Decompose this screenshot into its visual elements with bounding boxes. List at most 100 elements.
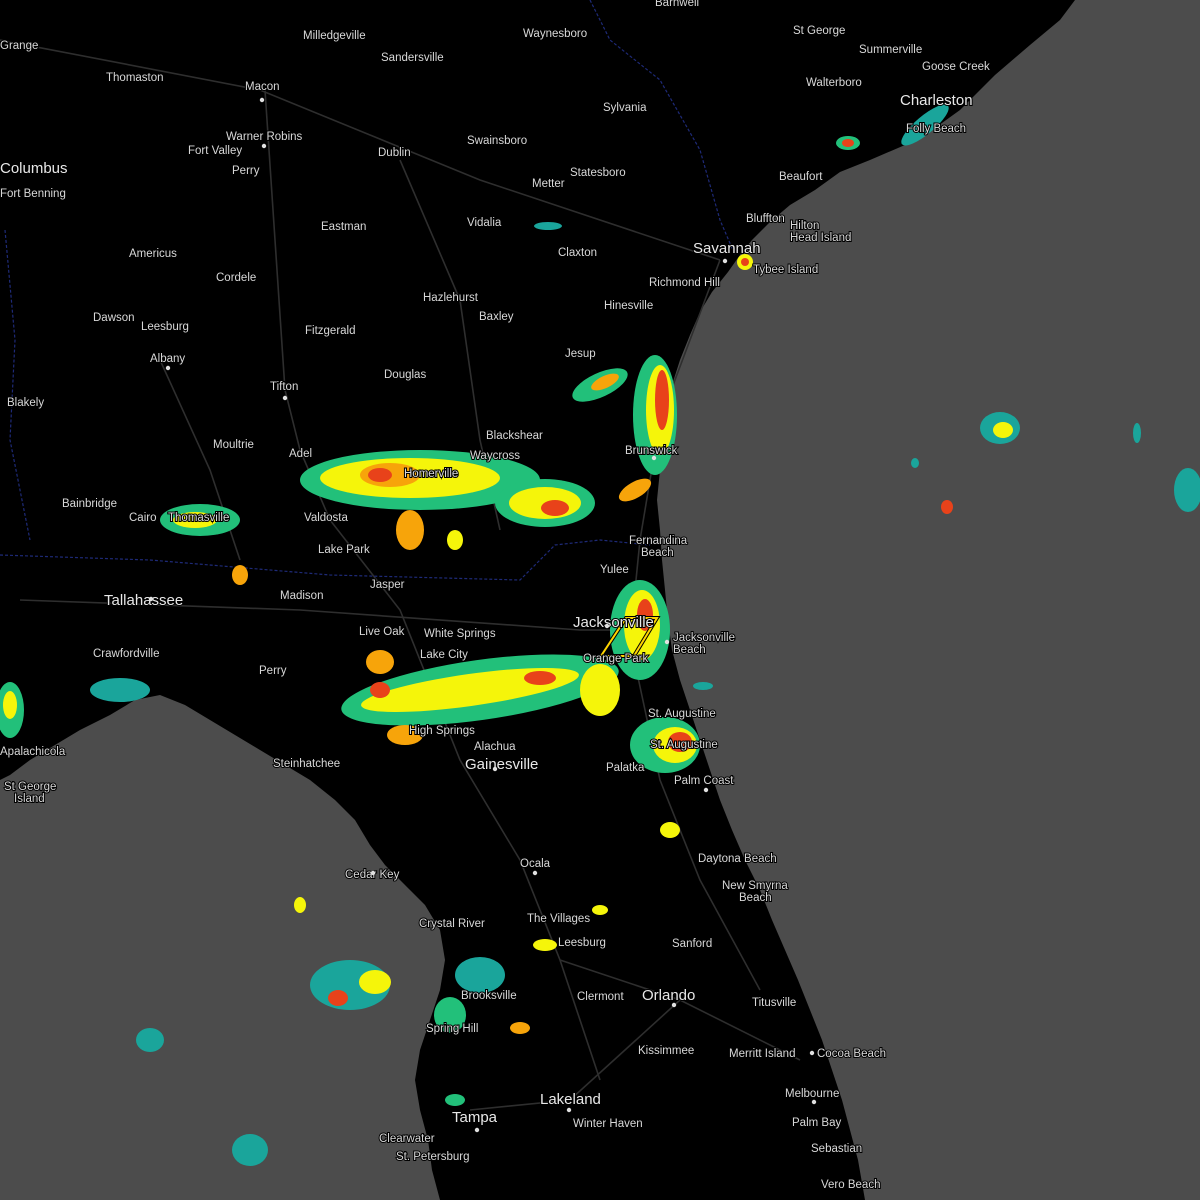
radar-echo (445, 1094, 465, 1106)
radar-echo (396, 510, 424, 550)
radar-echo (232, 565, 248, 585)
city-label: Claxton (558, 247, 597, 259)
city-label: Blackshear (486, 430, 543, 442)
city-label: Hilton (790, 220, 819, 232)
city-label: The Villages (527, 913, 590, 925)
city-label: Waycross (470, 450, 520, 462)
city-label: Eastman (321, 221, 366, 233)
radar-echo (592, 905, 608, 915)
radar-echo (580, 664, 620, 716)
city-label: Cairo (129, 512, 156, 524)
city-label: Dawson (93, 312, 135, 324)
city-label: Charleston (900, 92, 973, 109)
city-label: Warner Robins (226, 131, 303, 143)
city-label: Vidalia (467, 217, 502, 229)
radar-echo (1133, 423, 1141, 443)
radar-echo (447, 530, 463, 550)
radar-echo (660, 822, 680, 838)
city-label: Gainesville (465, 756, 538, 773)
city-label: Steinhatchee (273, 758, 340, 770)
city-label: Summerville (859, 44, 922, 56)
radar-echo (534, 222, 562, 230)
city-label: Cordele (216, 272, 256, 284)
city-label: Lake City (420, 649, 468, 661)
city-label: Melbourne (785, 1088, 839, 1100)
city-label: Jacksonville (573, 614, 654, 631)
city-label: Valdosta (304, 512, 349, 524)
radar-echo (693, 682, 713, 690)
city-label: Adel (289, 448, 312, 460)
city-label: Bluffton (746, 213, 785, 225)
city-label: St George (793, 25, 845, 37)
city-label: Kissimmee (638, 1045, 694, 1057)
city-label: Douglas (384, 369, 426, 381)
city-label: Jasper (370, 579, 405, 591)
city-label: Walterboro (806, 77, 862, 89)
city-label: Waynesboro (523, 28, 587, 40)
city-label: Goose Creek (922, 61, 990, 73)
city-label: Barnwell (655, 0, 699, 9)
radar-echo (524, 671, 556, 685)
city-label: Fitzgerald (305, 325, 356, 337)
city-label: Sylvania (603, 102, 647, 114)
city-label: Clearwater (379, 1133, 435, 1145)
city-label: Cocoa Beach (817, 1048, 886, 1060)
radar-echo (370, 682, 390, 698)
city-label: Beaufort (779, 171, 823, 183)
city-label: St. Augustine (650, 739, 718, 751)
city-label: Grange (0, 40, 38, 52)
city-label: Tampa (452, 1109, 498, 1126)
radar-echo (741, 258, 749, 266)
radar-echo (541, 500, 569, 516)
city-label: St George (4, 781, 56, 793)
city-label: Folly Beach (906, 123, 966, 135)
city-label: Beach (673, 644, 706, 656)
radar-echo (136, 1028, 164, 1052)
radar-echo (90, 678, 150, 702)
city-label: Ocala (520, 858, 551, 870)
city-label: Apalachicola (0, 746, 66, 758)
city-label: Island (14, 793, 45, 805)
city-label: Columbus (0, 160, 68, 177)
city-label: Thomaston (106, 72, 164, 84)
city-label: Live Oak (359, 626, 405, 638)
city-label: Bainbridge (62, 498, 117, 510)
city-label: Spring Hill (426, 1023, 478, 1035)
city-label: Macon (245, 81, 280, 93)
city-label: Dublin (378, 147, 411, 159)
city-label: Lake Park (318, 544, 370, 556)
radar-echo (359, 970, 391, 994)
radar-echo (510, 1022, 530, 1034)
city-label: Beach (739, 892, 772, 904)
radar-echo (941, 500, 953, 514)
city-label: Orlando (642, 987, 695, 1004)
city-label: Head Island (790, 232, 851, 244)
radar-map[interactable]: Grange Milledgeville Sandersville Waynes… (0, 0, 1200, 1200)
city-label: New Smyrna (722, 880, 788, 892)
radar-echo (366, 650, 394, 674)
city-label: Fort Benning (0, 188, 66, 200)
city-label: Perry (232, 165, 260, 177)
city-label: Statesboro (570, 167, 626, 179)
city-label: Sandersville (381, 52, 444, 64)
radar-echo (328, 990, 348, 1006)
city-label: Milledgeville (303, 30, 366, 42)
radar-echo (911, 458, 919, 468)
city-label: Sebastian (811, 1143, 862, 1155)
city-label: Hinesville (604, 300, 653, 312)
city-label: Fort Valley (188, 145, 242, 157)
city-label: Jacksonville (673, 632, 735, 644)
city-label: Beach (641, 547, 674, 559)
city-label: Titusville (752, 997, 796, 1009)
city-label: Palatka (606, 762, 645, 774)
city-label: Leesburg (141, 321, 189, 333)
city-label: Yulee (600, 564, 629, 576)
city-label: Moultrie (213, 439, 254, 451)
city-label: Homerville (404, 468, 458, 480)
radar-echo (533, 939, 557, 951)
city-label: Swainsboro (467, 135, 527, 147)
city-label: Sanford (672, 938, 712, 950)
city-label: Vero Beach (821, 1179, 880, 1191)
city-label: Crawfordville (93, 648, 159, 660)
city-label: Brooksville (461, 990, 517, 1002)
